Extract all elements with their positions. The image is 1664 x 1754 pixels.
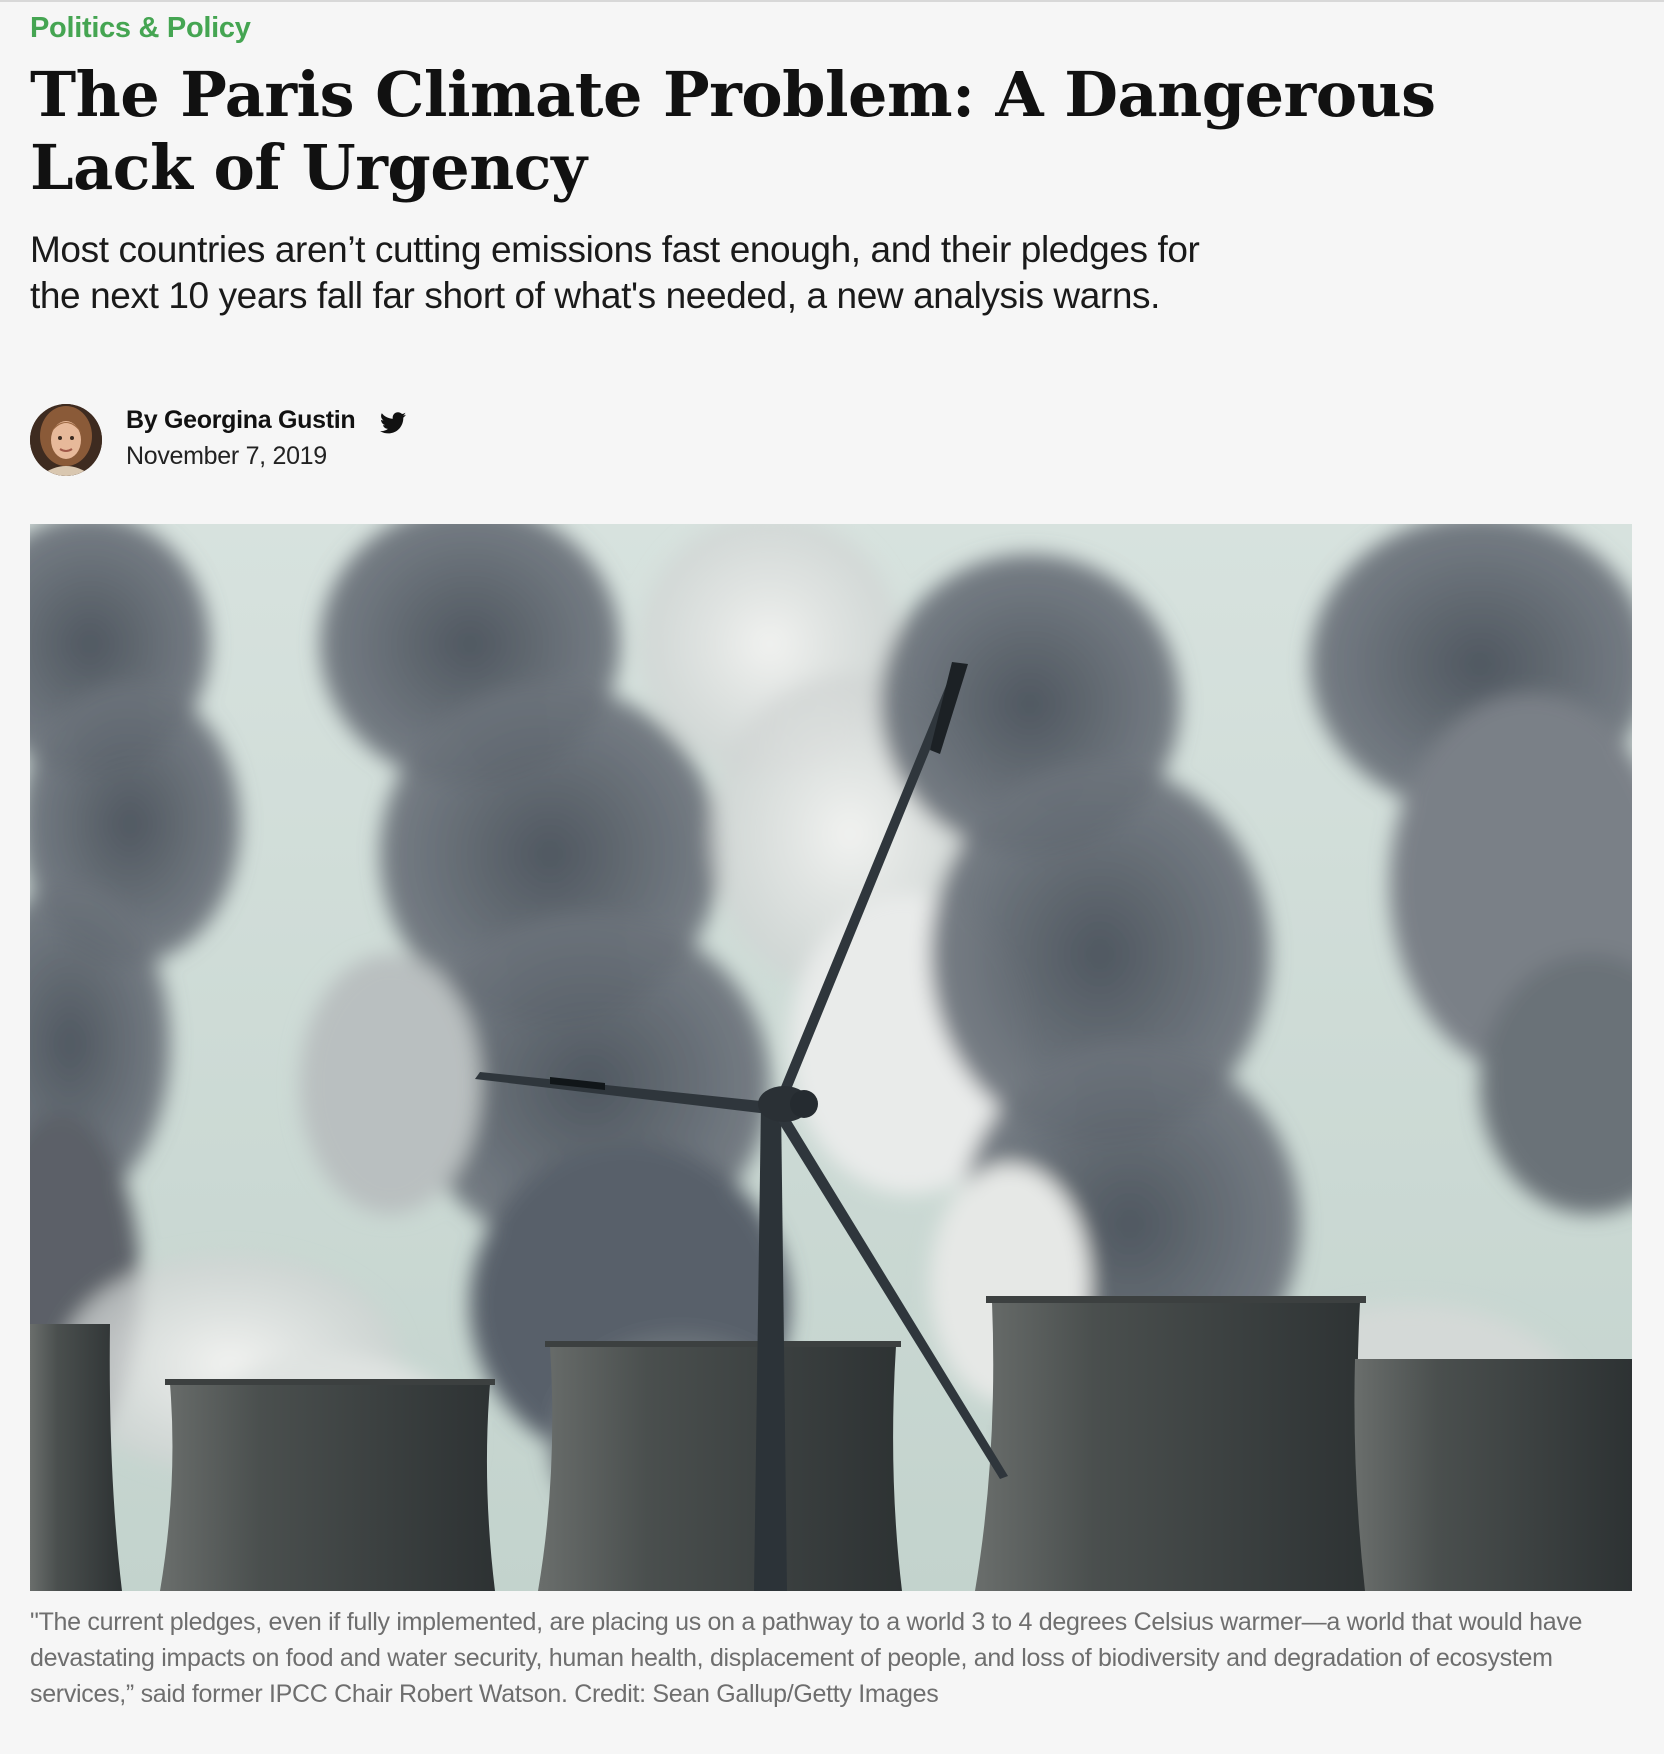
top-border <box>0 0 1664 2</box>
author-byline[interactable]: By Georgina Gustin <box>126 406 356 435</box>
publish-date: November 7, 2019 <box>126 442 327 470</box>
author-avatar[interactable] <box>30 404 102 476</box>
article-headline: The Paris Climate Problem: A Dangerous L… <box>30 58 1436 204</box>
twitter-icon[interactable] <box>380 412 406 434</box>
category-link[interactable]: Politics & Policy <box>30 12 251 45</box>
hero-image <box>30 524 1632 1591</box>
article-dek: Most countries aren’t cutting emissions … <box>30 229 1200 316</box>
image-caption: "The current pledges, even if fully impl… <box>30 1608 1583 1708</box>
